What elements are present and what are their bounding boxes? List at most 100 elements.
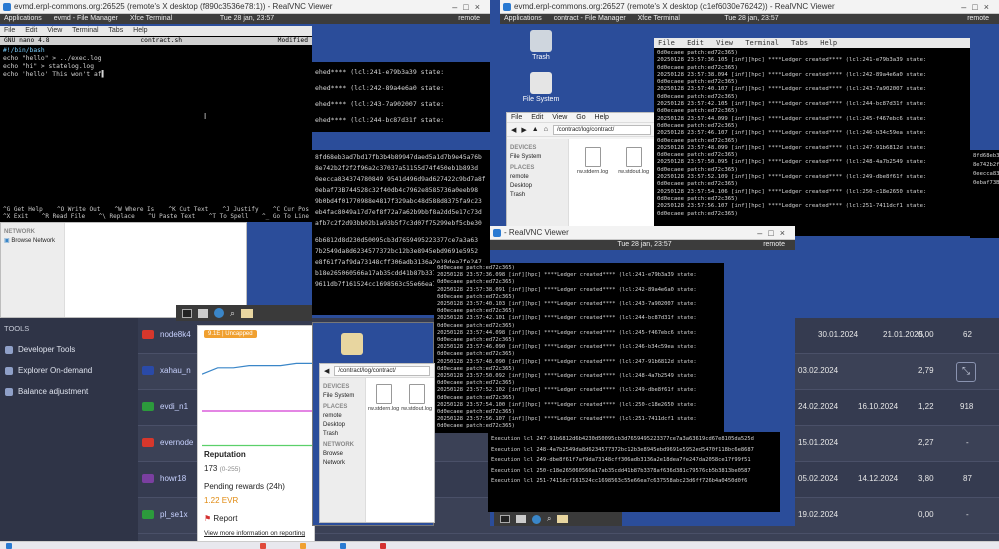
panel-user: remote: [458, 15, 480, 22]
panel-file-manager[interactable]: evmd - File Manager: [50, 15, 118, 22]
dock-folder-icon[interactable]: [241, 308, 254, 318]
dock-files-icon[interactable]: [198, 308, 208, 318]
dock-files-icon[interactable]: [516, 515, 526, 523]
mid-vnc-titlebar[interactable]: - RealVNC Viewer –□×: [490, 226, 795, 240]
menu-terminal[interactable]: Terminal: [72, 27, 98, 34]
mid-exec-terminal[interactable]: Execution lcl 247-91b6812d6b4230d50095cb…: [488, 432, 780, 512]
sidebar-remote[interactable]: remote: [510, 173, 565, 182]
fm-menu-help[interactable]: Help: [595, 114, 609, 121]
dock-terminal-icon[interactable]: [500, 515, 510, 523]
expand-icon[interactable]: ⤡: [956, 362, 976, 382]
file-item[interactable]: rw.stdout.log: [618, 147, 649, 221]
nano-editor[interactable]: #!/bin/bash echo "hello" > ../exec.log e…: [3, 47, 309, 79]
menu-tabs[interactable]: Tabs: [108, 27, 123, 34]
taskbar-app-icon[interactable]: [340, 543, 346, 549]
text-file-icon: [375, 384, 392, 404]
right-file-manager[interactable]: File Edit View Go Help ◀ ▶ ▲ ⌂ /contract…: [506, 112, 656, 230]
back-arrow-icon[interactable]: ◀: [324, 367, 329, 375]
reporting-info-link[interactable]: View more information on reporting: [204, 530, 305, 537]
sidebar-browse-network[interactable]: Browse Network: [323, 450, 362, 468]
fm-menu-go[interactable]: Go: [576, 114, 585, 121]
up-arrow-icon[interactable]: ▲: [532, 126, 539, 133]
tools-explorer-on-demand[interactable]: Explorer On-demand: [0, 360, 138, 381]
menu-help[interactable]: Help: [820, 39, 837, 47]
center-file-manager[interactable]: ◀ /contract/log/contract/ DEVICES File S…: [319, 363, 435, 523]
menu-tabs[interactable]: Tabs: [791, 39, 808, 47]
dock-search-icon[interactable]: ⌕: [230, 308, 235, 319]
window-controls-icon[interactable]: –□×: [961, 0, 995, 13]
left-vnc-titlebar[interactable]: evmd.erpl-commons.org:26525 (remote's X …: [0, 0, 490, 14]
fm-path-bar[interactable]: /contract/log/contract/: [552, 124, 651, 135]
left-file-manager[interactable]: NETWORK ▣ Browse Network: [0, 222, 247, 318]
desktop-folder[interactable]: [327, 333, 377, 357]
panel-terminal[interactable]: Xfce Terminal: [634, 15, 680, 22]
menu-edit[interactable]: Edit: [687, 39, 704, 47]
left-vnc-window[interactable]: evmd.erpl-commons.org:26525 (remote's X …: [0, 0, 490, 318]
window-controls-icon[interactable]: –□×: [452, 0, 486, 13]
forward-arrow-icon[interactable]: ▶: [521, 126, 526, 134]
ledger-line: 20250128 23:57:38.091 [inf][hpc] ****Led…: [437, 286, 697, 293]
fm-menu-view[interactable]: View: [552, 114, 567, 121]
host-name[interactable]: howr18: [160, 474, 186, 483]
menu-view[interactable]: View: [716, 39, 733, 47]
ledger-line: 20250128 23:57:40.103 [inf][hpc] ****Led…: [437, 301, 697, 308]
center-vnc-window[interactable]: ◀ /contract/log/contract/ DEVICES File S…: [312, 322, 435, 526]
desktop-file-system[interactable]: File System: [516, 72, 566, 103]
sidebar-browse-network[interactable]: ▣ Browse Network: [4, 237, 61, 246]
report-button[interactable]: ⚑ Report: [204, 514, 237, 523]
dock-folder-icon[interactable]: [557, 515, 569, 523]
sidebar-desktop[interactable]: Desktop: [323, 421, 362, 430]
window-controls-icon[interactable]: –□×: [757, 226, 791, 239]
taskbar-app-icon[interactable]: [380, 543, 386, 549]
tools-developer-tools[interactable]: Developer Tools: [0, 339, 138, 360]
sidebar-remote[interactable]: remote: [323, 412, 362, 421]
home-icon[interactable]: ⌂: [544, 126, 548, 133]
host-name[interactable]: xahau_n: [160, 366, 191, 375]
panel-applications[interactable]: Applications: [0, 15, 42, 22]
menu-file[interactable]: File: [4, 27, 15, 34]
fm-menu-file[interactable]: File: [511, 114, 522, 121]
host-name[interactable]: evernode: [160, 438, 193, 447]
right-vnc-titlebar[interactable]: evmd.erpl-commons.org:26527 (remote's X …: [500, 0, 999, 14]
taskbar-app-icon[interactable]: [260, 543, 266, 549]
ledger-line: 0d0ecaee patch:ed72c365): [437, 365, 515, 372]
back-arrow-icon[interactable]: ◀: [511, 126, 516, 134]
menu-help[interactable]: Help: [133, 27, 147, 34]
menu-view[interactable]: View: [47, 27, 62, 34]
dock-browser-icon[interactable]: [532, 514, 541, 524]
file-item[interactable]: rw.stdout.log: [401, 384, 432, 516]
sidebar-trash[interactable]: Trash: [323, 430, 362, 439]
file-item[interactable]: rw.stdern.log: [368, 384, 399, 516]
panel-terminal[interactable]: Xfce Terminal: [126, 15, 172, 22]
dock-browser-icon[interactable]: [214, 308, 224, 318]
nano-window[interactable]: File Edit View Terminal Tabs Help GNU na…: [0, 26, 312, 222]
fm-path-bar[interactable]: /contract/log/contract/: [334, 365, 430, 376]
sidebar-file-system[interactable]: File System: [323, 392, 362, 401]
dock-terminal-icon[interactable]: [182, 308, 192, 318]
menu-terminal[interactable]: Terminal: [745, 39, 779, 47]
menu-file[interactable]: File: [658, 39, 675, 47]
sidebar-trash[interactable]: Trash: [510, 191, 565, 200]
ledger-line: 0d0ecaee patch:ed72c365): [437, 337, 515, 344]
sidebar-desktop[interactable]: Desktop: [510, 182, 565, 191]
taskbar-app-icon[interactable]: [300, 543, 306, 549]
host-name[interactable]: evdi_n1: [160, 402, 188, 411]
host-name[interactable]: node8k4: [160, 330, 191, 339]
right-vnc-window[interactable]: evmd.erpl-commons.org:26527 (remote's X …: [500, 0, 999, 240]
ledger-line: 0d0ecaee patch:ed72c365): [657, 152, 738, 159]
fm-menu-edit[interactable]: Edit: [531, 114, 543, 121]
menu-edit[interactable]: Edit: [25, 27, 37, 34]
panel-applications[interactable]: Applications: [500, 15, 542, 22]
start-icon[interactable]: [6, 543, 12, 549]
exec-line: Execution lcl 248-4a7b2549da8d6234577372…: [491, 446, 754, 453]
sidebar-file-system[interactable]: File System: [510, 153, 565, 162]
right-ledger-terminal[interactable]: File Edit View Terminal Tabs Help 0d0eca…: [654, 38, 970, 236]
mid-ledger-terminal[interactable]: 0d0ecaee patch:ed72c365) 20250128 23:57:…: [434, 263, 724, 433]
dock-search-icon[interactable]: ⌕: [547, 514, 551, 524]
host-name[interactable]: pl_se1x: [160, 510, 188, 519]
tools-balance-adjustment[interactable]: Balance adjustment: [0, 381, 138, 402]
desktop-trash[interactable]: Trash: [516, 30, 566, 61]
file-item[interactable]: rw.stdern.log: [577, 147, 608, 221]
panel-file-manager[interactable]: contract - File Manager: [550, 15, 626, 22]
log-terminal-left[interactable]: ehed**** (lcl:241-e79b3a39 state: ehed**…: [312, 62, 490, 132]
